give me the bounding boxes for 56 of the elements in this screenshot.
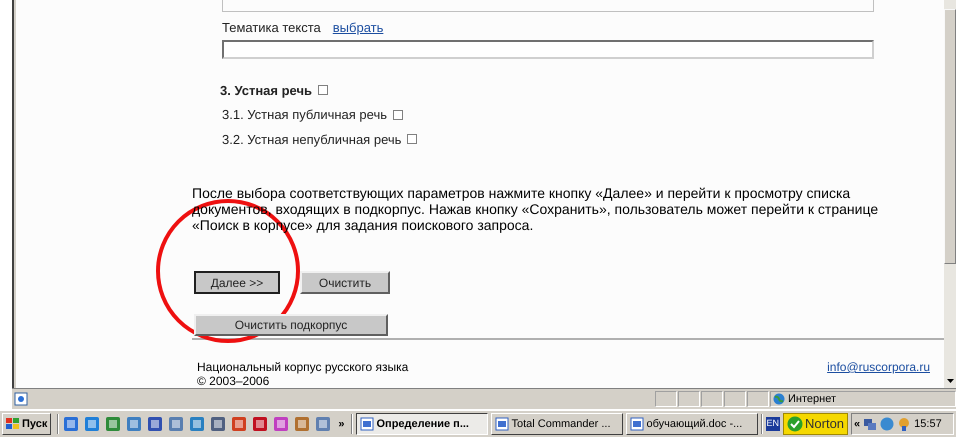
form-button[interactable]: Далее >> — [194, 271, 280, 294]
windows-logo-icon — [6, 418, 20, 430]
topic-label: Тематика текста — [222, 19, 321, 37]
input-field[interactable] — [222, 0, 874, 12]
language-indicator[interactable]: EN — [766, 417, 780, 431]
tray-toggle[interactable]: « — [854, 416, 860, 432]
select-link[interactable]: выбрать — [332, 18, 384, 38]
quick-launch-icon[interactable] — [63, 416, 80, 432]
task-button[interactable]: обучающий.doc -... — [626, 413, 758, 435]
page-icon — [14, 392, 28, 406]
more-icons-button[interactable]: » — [335, 416, 348, 432]
start-button[interactable]: Пуск — [2, 413, 52, 435]
quick-launch-icon[interactable] — [252, 416, 268, 432]
down-arrow-icon — [946, 379, 954, 383]
checkmark-icon — [787, 416, 804, 432]
norton-label: Norton — [805, 415, 844, 434]
topic-input[interactable] — [222, 40, 874, 58]
status-pane — [655, 391, 677, 407]
window-icon — [360, 417, 374, 431]
status-pane — [678, 391, 700, 407]
quick-launch-icon[interactable] — [231, 416, 248, 432]
form-button[interactable]: Очистить — [300, 271, 390, 294]
status-pane — [701, 391, 723, 407]
vertical-scrollbar[interactable] — [944, 0, 956, 388]
window-icon — [494, 417, 508, 431]
subsection-label: 3.1. Устная публичная речь — [222, 106, 388, 124]
subsection-label: 3.2. Устная непубличная речь — [222, 130, 402, 149]
quick-launch-icon[interactable] — [126, 416, 142, 432]
checkbox[interactable] — [318, 85, 328, 96]
quick-launch-icon[interactable] — [210, 416, 226, 432]
quick-launch-icon[interactable] — [315, 416, 332, 432]
status-pane — [724, 391, 746, 407]
clear-subcorpus-button[interactable]: Очистить подкорпус — [194, 314, 388, 336]
quick-launch-icon[interactable] — [147, 416, 164, 432]
quick-launch-icon[interactable] — [105, 416, 122, 432]
globe-icon — [880, 417, 894, 431]
section-title: 3. Устная речь — [220, 82, 312, 100]
zone-label: Интернет — [788, 392, 836, 407]
email-link[interactable]: info@ruscorpora.ru — [827, 360, 930, 388]
globe-icon — [773, 393, 785, 405]
network-icon — [863, 417, 878, 431]
quick-launch-icon[interactable] — [189, 416, 206, 432]
quick-launch-icon[interactable] — [84, 416, 100, 432]
quick-launch-icon[interactable] — [168, 416, 184, 432]
task-button[interactable]: Total Commander ... — [490, 413, 622, 435]
footer-name: Национальный корпус русского языка — [197, 360, 408, 374]
clock: 15:57 — [914, 416, 942, 432]
footer-copyright: © 2003–2006 — [197, 374, 270, 388]
task-button[interactable]: Определение п... — [356, 413, 488, 435]
checkbox[interactable] — [407, 134, 418, 144]
checkbox[interactable] — [393, 110, 404, 120]
norton-badge[interactable]: Norton — [783, 413, 848, 435]
quick-launch-icon[interactable] — [273, 416, 290, 432]
quick-launch-icon[interactable] — [294, 416, 310, 432]
tray-app-icon — [897, 417, 912, 431]
window-icon — [630, 417, 644, 431]
